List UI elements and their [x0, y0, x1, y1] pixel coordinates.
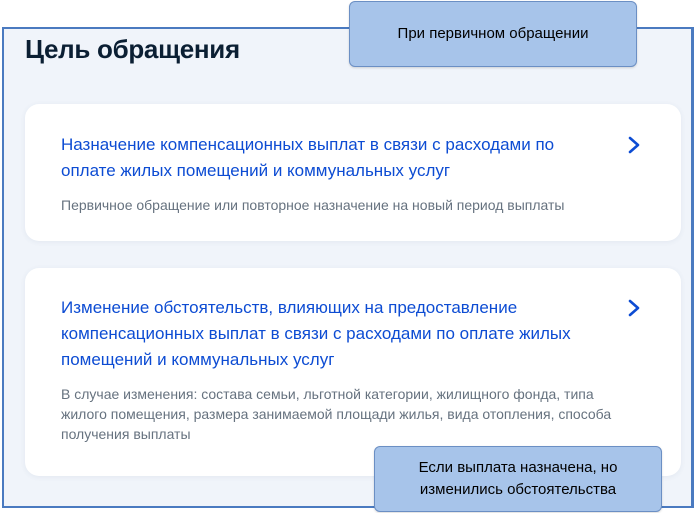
callout-changed-circumstances: Если выплата назначена, но изменились об… — [374, 446, 662, 512]
chevron-right-icon[interactable] — [627, 136, 641, 154]
callout-initial-application: При первичном обращении — [349, 1, 637, 67]
option-description: Первичное обращение или повторное назнач… — [61, 197, 565, 213]
option-title[interactable]: Изменение обстоятельств, влияющих на пре… — [61, 295, 601, 373]
page-title: Цель обращения — [25, 34, 240, 64]
callout-text-line: Если выплата назначена, но — [418, 459, 618, 476]
option-card-change-circumstances[interactable]: Изменение обстоятельств, влияющих на пре… — [25, 268, 681, 476]
callout-text: При первичном обращении — [397, 25, 589, 42]
option-description: В случае изменения: состава семьи, льгот… — [61, 386, 612, 442]
callout-text-line: изменились обстоятельства — [419, 481, 617, 498]
chevron-right-icon[interactable] — [627, 299, 641, 317]
option-title[interactable]: Назначение компенсационных выплат в связ… — [61, 132, 601, 184]
option-card-initial-application[interactable]: Назначение компенсационных выплат в связ… — [25, 104, 681, 241]
